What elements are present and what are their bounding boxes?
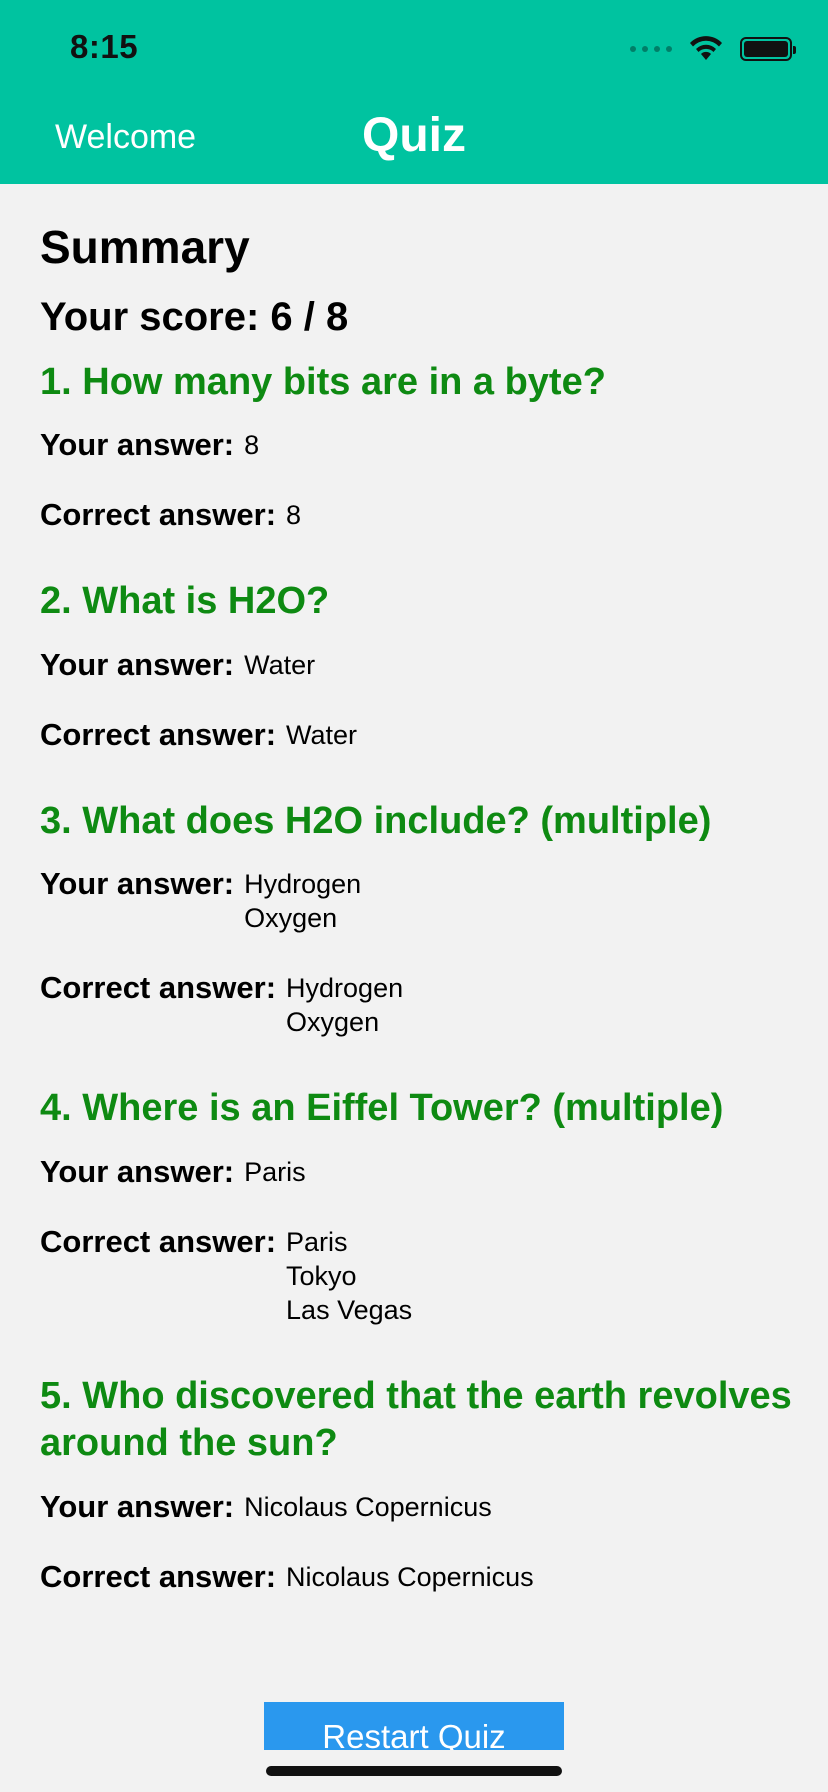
question-title: 5. Who discovered that the earth revolve… [40,1374,792,1465]
your-answer-value: Nicolaus Copernicus [244,1491,492,1522]
your-answer-row: Your answer: Nicolaus Copernicus [40,1488,800,1524]
question-title: 2. What is H2O? [40,580,330,623]
correct-answer-value: Las Vegas [286,1294,413,1325]
correct-answer-value: Oxygen [286,1007,380,1038]
your-answer-row: Your answer: Paris [40,1153,800,1189]
your-answer-label: Your answer: [40,1488,235,1524]
correct-answer-value: Hydrogen [286,973,404,1004]
correct-answer-row: Correct answer: Paris Tokyo Las Vegas [40,1223,800,1327]
your-answer-values: 8 [244,428,259,462]
status-icons [630,36,796,62]
your-answer-label: Your answer: [40,646,235,682]
your-answer-values: Water [244,648,315,682]
question-list: 1. How many bits are in a byte? Your answ… [40,359,800,1594]
question-item: 3. What does H2O include? (multiple) Your… [40,798,800,1040]
correct-answer-values: Water [286,718,357,752]
your-answer-values: Paris [244,1155,306,1189]
correct-answer-value: Paris [286,1226,348,1257]
your-answer-values: Nicolaus Copernicus [244,1490,492,1524]
correct-answer-values: Paris Tokyo Las Vegas [286,1225,412,1327]
your-answer-label: Your answer: [40,1153,235,1189]
correct-answer-value: 8 [286,500,302,531]
correct-answer-label: Correct answer: [40,1223,277,1259]
battery-icon [740,37,796,61]
wifi-icon [690,36,722,60]
correct-answer-label: Correct answer: [40,970,277,1006]
question-item: 1. How many bits are in a byte? Your answ… [40,359,800,533]
cellular-signal-icon [630,46,672,52]
correct-answer-row: Correct answer: Nicolaus Copernicus [40,1558,800,1594]
correct-answer-row: Correct answer: 8 [40,498,800,532]
correct-answer-label: Correct answer: [40,497,277,533]
correct-answer-value: Tokyo [286,1260,357,1291]
question-item: 4. Where is an Eiffel Tower? (multiple) Y… [40,1085,800,1327]
your-answer-value: 8 [244,430,260,461]
your-answer-label: Your answer: [40,427,235,463]
correct-answer-values: Nicolaus Copernicus [286,1560,534,1594]
score-text: Your score: 6 / 8 [40,294,349,339]
question-title: 1. How many bits are in a byte? [40,360,606,403]
navigation-bar: 8:15 Welcome Quiz [0,0,828,184]
question-title: 3. What does H2O include? (multiple) [40,799,712,842]
your-answer-row: Your answer: Water [40,646,800,682]
correct-answer-row: Correct answer: Hydrogen Oxygen [40,971,800,1039]
correct-answer-label: Correct answer: [40,716,277,752]
your-answer-value: Paris [244,1156,306,1187]
summary-heading: Summary [40,221,250,273]
correct-answer-values: Hydrogen Oxygen [286,971,403,1039]
home-indicator [266,1766,562,1776]
your-answer-value: Water [244,649,316,680]
summary-content: Summary Your score: 6 / 8 1. How many bi… [40,222,800,1640]
restart-quiz-button[interactable]: Restart Quiz [264,1702,564,1750]
back-button-welcome[interactable]: Welcome [55,118,196,157]
your-answer-value: Oxygen [244,903,338,934]
your-answer-values: Hydrogen Oxygen [244,867,361,935]
your-answer-row: Your answer: 8 [40,428,800,462]
correct-answer-values: 8 [286,498,301,532]
correct-answer-value: Water [286,719,358,750]
status-time: 8:15 [70,28,139,65]
question-title: 4. Where is an Eiffel Tower? (multiple) [40,1087,724,1130]
correct-answer-value: Nicolaus Copernicus [286,1561,534,1592]
your-answer-value: Hydrogen [244,869,362,900]
question-item: 2. What is H2O? Your answer: Water Correct … [40,578,800,752]
question-item: 5. Who discovered that the earth revolve… [40,1373,800,1594]
your-answer-row: Your answer: Hydrogen Oxygen [40,867,800,935]
correct-answer-label: Correct answer: [40,1558,277,1594]
correct-answer-row: Correct answer: Water [40,716,800,752]
your-answer-label: Your answer: [40,866,235,902]
